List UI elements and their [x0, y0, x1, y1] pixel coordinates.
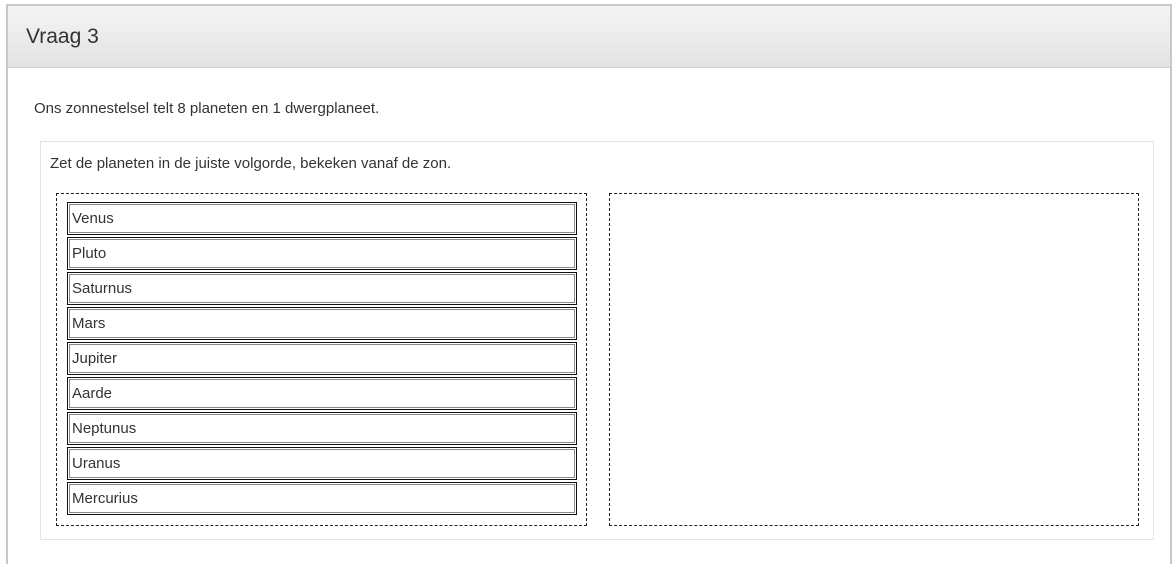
draggable-item-aarde[interactable]: Aarde — [67, 377, 577, 410]
question-header: Vraag 3 — [8, 6, 1170, 68]
draggable-item-uranus[interactable]: Uranus — [67, 447, 577, 480]
source-list-dropzone[interactable]: Venus Pluto Saturnus Mars Jupiter Aarde … — [56, 193, 587, 526]
draggable-item-jupiter[interactable]: Jupiter — [67, 342, 577, 375]
draggable-item-neptunus[interactable]: Neptunus — [67, 412, 577, 445]
draggable-item-saturnus[interactable]: Saturnus — [67, 272, 577, 305]
draggable-item-pluto[interactable]: Pluto — [67, 237, 577, 270]
question-title: Vraag 3 — [26, 25, 99, 48]
question-panel: Vraag 3 Ons zonnestelsel telt 8 planeten… — [6, 4, 1172, 564]
question-instruction: Zet de planeten in de juiste volgorde, b… — [50, 155, 452, 172]
draggable-item-venus[interactable]: Venus — [67, 202, 577, 235]
draggable-item-mercurius[interactable]: Mercurius — [67, 482, 577, 515]
question-intro: Ons zonnestelsel telt 8 planeten en 1 dw… — [34, 100, 380, 117]
target-list-dropzone[interactable] — [609, 193, 1139, 526]
question-content-box: Zet de planeten in de juiste volgorde, b… — [40, 141, 1154, 540]
draggable-item-mars[interactable]: Mars — [67, 307, 577, 340]
